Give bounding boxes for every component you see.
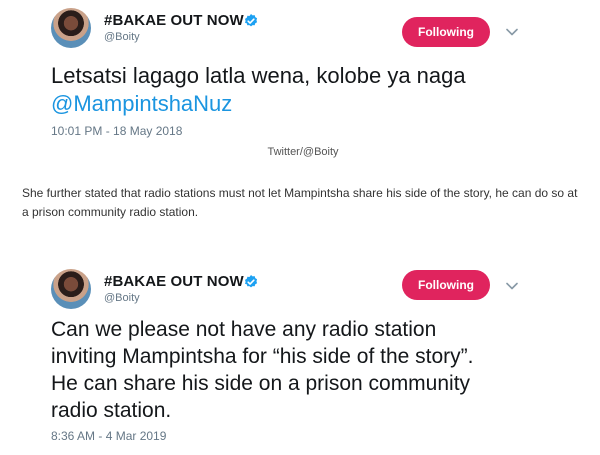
display-name[interactable]: #BAKAE OUT NOW [104, 273, 244, 290]
tweet-text: Letsatsi lagago latla wena, kolobe ya na… [51, 62, 571, 118]
following-button[interactable]: Following [402, 17, 490, 47]
tweet-text: Can we please not have any radio station… [51, 318, 474, 422]
display-name[interactable]: #BAKAE OUT NOW [104, 12, 244, 29]
embedded-tweet-1: #BAKAE OUT NOW @Boity Following Letsatsi… [0, 0, 600, 165]
verified-badge-icon [245, 14, 258, 27]
mention-link[interactable]: @MampintshaNuz [51, 91, 232, 116]
avatar[interactable] [51, 269, 91, 309]
verified-badge-icon [245, 275, 258, 288]
chevron-down-icon[interactable] [506, 282, 518, 290]
tweet-timestamp[interactable]: 10:01 PM - 18 May 2018 [51, 124, 182, 138]
chevron-down-icon[interactable] [506, 28, 518, 36]
article-paragraph: She further stated that radio stations m… [22, 186, 578, 219]
following-button[interactable]: Following [402, 270, 490, 300]
tweet-timestamp[interactable]: 8:36 AM - 4 Mar 2019 [51, 429, 166, 443]
embedded-tweet-2: #BAKAE OUT NOW @Boity Following Can we p… [0, 258, 600, 455]
user-handle[interactable]: @Boity [104, 31, 140, 43]
avatar[interactable] [51, 8, 91, 48]
tweet-text-body: Letsatsi lagago latla wena, kolobe ya na… [51, 63, 466, 88]
user-handle[interactable]: @Boity [104, 292, 140, 304]
image-credit: Twitter/@Boity [267, 146, 339, 158]
